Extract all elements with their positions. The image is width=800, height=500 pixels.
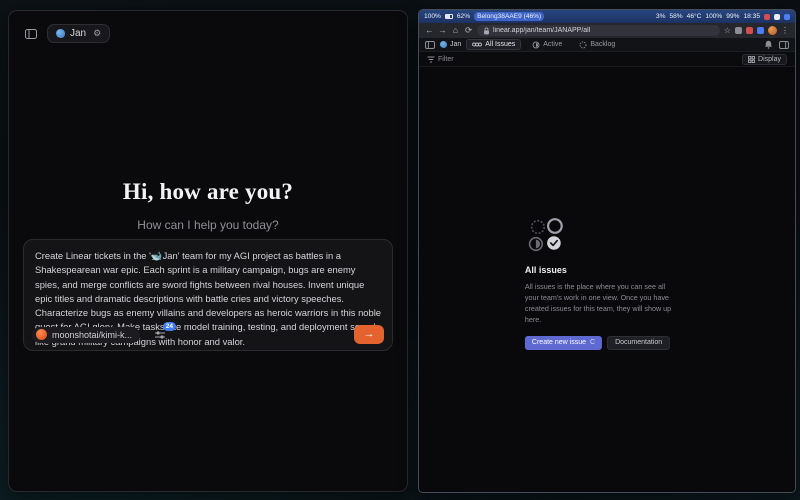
linear-team-whale-icon: [440, 41, 447, 48]
forward-button[interactable]: →: [438, 26, 447, 35]
team-selector[interactable]: Jan ⚙: [47, 24, 110, 43]
tools-icon: [154, 330, 166, 340]
bell-icon[interactable]: [764, 40, 773, 49]
display-icon: [748, 56, 755, 63]
prompt-toolbar: moonshotai/kimi-k... 24 →: [32, 325, 384, 344]
url-text: linear.app/jan/team/JANAPP/all: [493, 27, 590, 34]
bookmark-star-icon[interactable]: ☆: [724, 27, 731, 35]
extension-blue-icon[interactable]: [757, 27, 764, 34]
extension-red-icon[interactable]: [746, 27, 753, 34]
stat-temp: 46°C: [687, 13, 702, 20]
filter-label: Filter: [438, 56, 454, 63]
refresh-button[interactable]: ⟳: [464, 26, 473, 35]
status-right-cluster: 3% 58% 46°C 100% 99% 18:35: [656, 13, 790, 20]
in-progress-icon: [532, 41, 540, 49]
browser-menu-icon[interactable]: ⋮: [781, 27, 789, 35]
linear-team-switcher[interactable]: Jan: [440, 41, 461, 48]
system-status-bar: 100% 62% Belong38AAE9 (46%) 3% 58% 46°C …: [419, 10, 795, 23]
desktop: Jan ⚙ Hi, how are you? How can I help yo…: [0, 0, 800, 500]
browser-toolbar: ← → ⌂ ⟳ linear.app/jan/team/JANAPP/all ☆…: [419, 23, 795, 38]
linear-tab-bar: Jan All Issues: [419, 38, 795, 52]
sidebar-toggle-icon[interactable]: [23, 27, 39, 41]
prompt-input-card[interactable]: Create Linear tickets in the '🐋Jan' team…: [23, 239, 393, 351]
address-bar[interactable]: linear.app/jan/team/JANAPP/all: [477, 25, 720, 36]
create-new-issue-button[interactable]: Create new issue C: [525, 336, 602, 350]
battery-percent: 100%: [424, 13, 441, 20]
wifi-percent: 62%: [457, 13, 470, 20]
browser-window: 100% 62% Belong38AAE9 (46%) 3% 58% 46°C …: [418, 9, 796, 493]
clock: 18:35: [743, 13, 760, 20]
team-name: Jan: [70, 28, 86, 39]
whale-icon: [56, 29, 65, 38]
home-button[interactable]: ⌂: [451, 26, 460, 35]
model-name: moonshotai/kimi-k...: [52, 330, 132, 340]
back-button[interactable]: ←: [425, 26, 434, 35]
stat-mem: 58%: [669, 13, 682, 20]
lock-icon: [483, 27, 490, 35]
greeting-title: Hi, how are you?: [9, 179, 407, 205]
notification-icon-red[interactable]: [764, 14, 770, 20]
linear-main-area: All issues All issues is the place where…: [419, 67, 795, 492]
tabbar-right-icons: [764, 40, 789, 49]
network-badge: Belong38AAE9 (46%): [474, 12, 544, 21]
send-arrow-icon: →: [364, 329, 375, 340]
panel-right-icon[interactable]: [779, 41, 789, 49]
send-button[interactable]: →: [354, 325, 384, 344]
tools-button[interactable]: 24: [152, 328, 168, 342]
welcome-block: Hi, how are you? How can I help you toda…: [9, 179, 407, 232]
all-issues-icon: [472, 41, 482, 48]
empty-state-description: All issues is the place where you can se…: [525, 281, 677, 326]
display-button[interactable]: Display: [742, 54, 787, 65]
create-issue-shortcut: C: [590, 339, 595, 346]
jan-app-window: Jan ⚙ Hi, how are you? How can I help yo…: [8, 10, 408, 492]
display-label: Display: [758, 56, 781, 63]
profile-avatar[interactable]: [768, 26, 777, 35]
battery-icon: [445, 14, 453, 19]
model-selector[interactable]: moonshotai/kimi-k...: [32, 327, 140, 343]
linear-team-name: Jan: [450, 41, 461, 48]
stat-cpu: 3%: [656, 13, 666, 20]
empty-state-buttons: Create new issue C Documentation: [525, 336, 677, 350]
empty-state: All issues All issues is the place where…: [525, 217, 677, 350]
filter-icon: [427, 56, 435, 63]
empty-state-title: All issues: [525, 265, 677, 275]
tab-backlog[interactable]: Backlog: [573, 39, 621, 51]
documentation-button[interactable]: Documentation: [607, 336, 670, 350]
stat-disk: 100%: [705, 13, 722, 20]
backlog-icon: [579, 41, 587, 49]
tab-all-issues-label: All Issues: [485, 41, 515, 48]
create-new-issue-label: Create new issue: [532, 339, 586, 346]
tab-active[interactable]: Active: [526, 39, 568, 51]
stat-battery2: 99%: [726, 13, 739, 20]
linear-filter-bar: Filter Display: [419, 52, 795, 67]
notification-icon-blue[interactable]: [784, 14, 790, 20]
tab-all-issues[interactable]: All Issues: [466, 39, 521, 50]
issue-status-illustration: [525, 217, 677, 253]
model-provider-icon: [36, 329, 47, 340]
filter-button[interactable]: Filter: [427, 56, 454, 63]
notification-icon-white[interactable]: [774, 14, 780, 20]
extensions-icon[interactable]: [735, 27, 742, 34]
panel-left-icon[interactable]: [425, 41, 435, 49]
tab-backlog-label: Backlog: [590, 41, 615, 48]
gear-icon[interactable]: ⚙: [93, 28, 101, 39]
greeting-subtitle: How can I help you today?: [9, 218, 407, 232]
tab-active-label: Active: [543, 41, 562, 48]
jan-header: Jan ⚙: [9, 11, 407, 43]
tools-count-badge: 24: [163, 322, 176, 331]
